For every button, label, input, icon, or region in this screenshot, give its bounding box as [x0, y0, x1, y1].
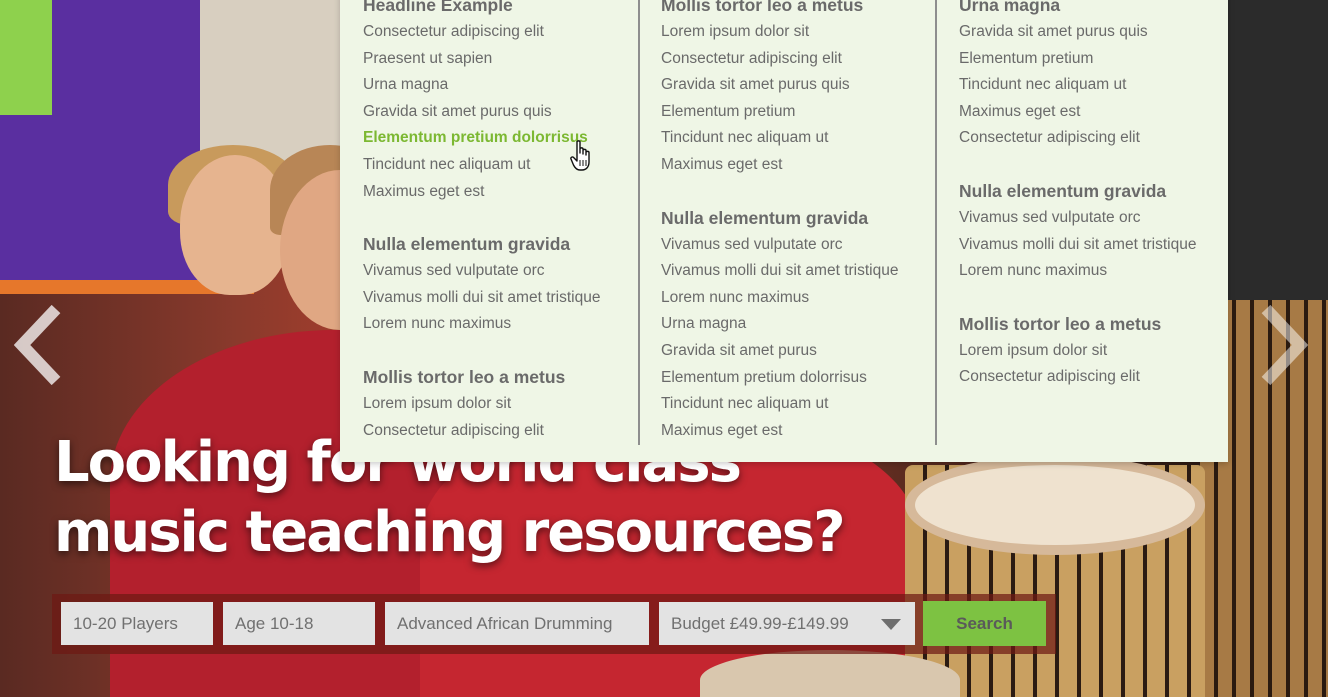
menu-item[interactable]: Lorem nunc maximus — [363, 311, 600, 338]
menu-item[interactable]: Lorem ipsum dolor sit — [959, 338, 1196, 365]
menu-group: Mollis tortor leo a metus Lorem ipsum do… — [959, 311, 1196, 391]
resource-search-bar: 10-20 Players Age 10-18 Advanced African… — [52, 594, 1056, 654]
menu-item[interactable]: Vivamus sed vulputate orc — [363, 258, 600, 285]
background-dark-fabric — [1228, 0, 1328, 300]
menu-item[interactable]: Vivamus molli dui sit amet tristique — [959, 232, 1196, 259]
menu-item[interactable]: Elementum pretium — [661, 99, 898, 126]
menu-divider — [935, 0, 937, 445]
hero-stage: Looking for world class music teaching r… — [0, 0, 1328, 697]
menu-divider — [638, 0, 640, 445]
menu-group-heading[interactable]: Urna magna — [959, 0, 1196, 19]
menu-item[interactable]: Tincidunt nec aliquam ut — [661, 391, 898, 418]
menu-group: Mollis tortor leo a metus Lorem ipsum do… — [363, 364, 600, 444]
budget-select[interactable]: Budget £49.99-£149.99 — [659, 602, 915, 645]
menu-item[interactable]: Lorem nunc maximus — [661, 285, 898, 312]
chevron-right-icon — [1261, 305, 1308, 385]
menu-column-3: Urna magna Gravida sit amet purus quis E… — [959, 0, 1196, 391]
menu-group-heading[interactable]: Nulla elementum gravida — [959, 178, 1196, 205]
menu-item[interactable]: Consectetur adipiscing elit — [363, 19, 600, 46]
menu-group-heading[interactable]: Mollis tortor leo a metus — [661, 0, 898, 19]
menu-item[interactable]: Praesent ut sapien — [363, 46, 600, 73]
budget-select-value: Budget £49.99-£149.99 — [671, 614, 849, 633]
menu-item[interactable]: Tincidunt nec aliquam ut — [959, 72, 1196, 99]
hero-headline-line-2: music teaching resources? — [54, 500, 846, 565]
menu-group-heading[interactable]: Mollis tortor leo a metus — [959, 311, 1196, 338]
carousel-prev-button[interactable] — [14, 305, 64, 385]
menu-item[interactable]: Tincidunt nec aliquam ut — [661, 125, 898, 152]
menu-item[interactable]: Gravida sit amet purus quis — [959, 19, 1196, 46]
background-drum-head — [905, 455, 1205, 555]
chevron-left-icon — [14, 305, 61, 385]
age-field[interactable]: Age 10-18 — [223, 602, 375, 645]
players-field[interactable]: 10-20 Players — [61, 602, 213, 645]
menu-item[interactable]: Gravida sit amet purus quis — [363, 99, 600, 126]
menu-item[interactable]: Tincidunt nec aliquam ut — [363, 152, 600, 179]
background-green-paper — [0, 0, 52, 115]
menu-item[interactable]: Vivamus sed vulputate orc — [661, 232, 898, 259]
menu-group: Nulla elementum gravida Vivamus sed vulp… — [363, 231, 600, 338]
menu-column-1: Headline Example Consectetur adipiscing … — [363, 0, 600, 444]
menu-group-heading[interactable]: Mollis tortor leo a metus — [363, 364, 600, 391]
menu-item[interactable]: Consectetur adipiscing elit — [959, 125, 1196, 152]
menu-item[interactable]: Consectetur adipiscing elit — [363, 418, 600, 445]
topic-field[interactable]: Advanced African Drumming — [385, 602, 649, 645]
menu-item[interactable]: Elementum pretium — [959, 46, 1196, 73]
menu-group: Nulla elementum gravida Vivamus sed vulp… — [661, 205, 898, 445]
menu-item[interactable]: Lorem nunc maximus — [959, 258, 1196, 285]
menu-item[interactable]: Lorem ipsum dolor sit — [661, 19, 898, 46]
menu-column-2: Mollis tortor leo a metus Lorem ipsum do… — [661, 0, 898, 444]
menu-group: Headline Example Consectetur adipiscing … — [363, 0, 600, 205]
menu-group: Nulla elementum gravida Vivamus sed vulp… — [959, 178, 1196, 285]
menu-group: Mollis tortor leo a metus Lorem ipsum do… — [661, 0, 898, 179]
menu-item[interactable]: Vivamus sed vulputate orc — [959, 205, 1196, 232]
menu-item[interactable]: Elementum pretium dolorrisus — [661, 365, 898, 392]
menu-item[interactable]: Gravida sit amet purus — [661, 338, 898, 365]
caret-down-icon — [881, 619, 901, 630]
menu-item[interactable]: Urna magna — [661, 311, 898, 338]
menu-item[interactable]: Lorem ipsum dolor sit — [363, 391, 600, 418]
menu-item[interactable]: Maximus eget est — [661, 152, 898, 179]
menu-item[interactable]: Maximus eget est — [661, 418, 898, 445]
menu-group-heading[interactable]: Headline Example — [363, 0, 600, 19]
menu-item[interactable]: Vivamus molli dui sit amet tristique — [661, 258, 898, 285]
mega-menu: Headline Example Consectetur adipiscing … — [340, 0, 1228, 462]
menu-item[interactable]: Consectetur adipiscing elit — [959, 364, 1196, 391]
menu-item[interactable]: Maximus eget est — [363, 179, 600, 206]
menu-item[interactable]: Urna magna — [363, 72, 600, 99]
menu-group: Urna magna Gravida sit amet purus quis E… — [959, 0, 1196, 152]
hand-pointer-cursor-icon — [570, 140, 590, 171]
search-button[interactable]: Search — [923, 601, 1046, 646]
menu-item-hovered[interactable]: Elementum pretium dolorrisus — [363, 125, 600, 152]
menu-group-heading[interactable]: Nulla elementum gravida — [363, 231, 600, 258]
menu-item[interactable]: Gravida sit amet purus quis — [661, 72, 898, 99]
carousel-next-button[interactable] — [1258, 305, 1308, 385]
menu-item[interactable]: Vivamus molli dui sit amet tristique — [363, 285, 600, 312]
menu-group-heading[interactable]: Nulla elementum gravida — [661, 205, 898, 232]
menu-item[interactable]: Maximus eget est — [959, 99, 1196, 126]
menu-item[interactable]: Consectetur adipiscing elit — [661, 46, 898, 73]
